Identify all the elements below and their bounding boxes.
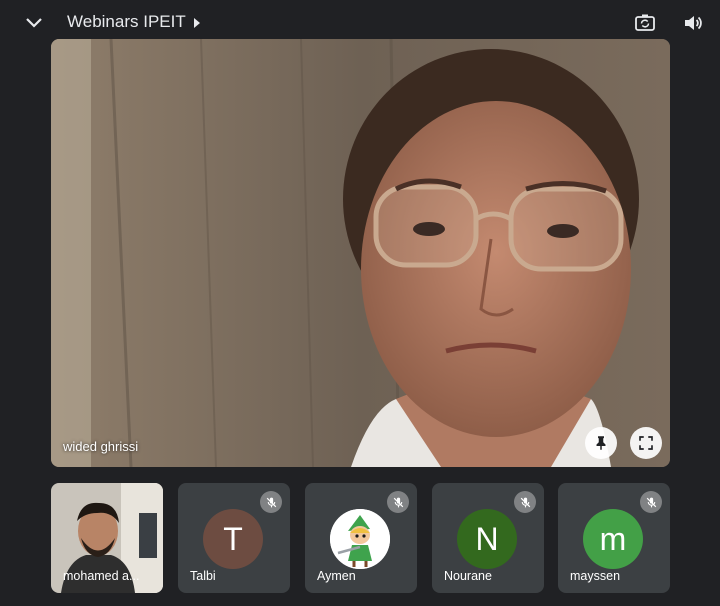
- participant-tile[interactable]: T Talbi: [178, 483, 290, 593]
- main-video-feed: [51, 39, 670, 467]
- avatar: m: [583, 509, 643, 569]
- mic-off-icon: [514, 491, 536, 513]
- participant-name: Aymen: [317, 569, 356, 583]
- avatar: [330, 509, 390, 569]
- avatar: T: [203, 509, 263, 569]
- chevron-down-icon[interactable]: [22, 11, 46, 35]
- mic-off-icon: [260, 491, 282, 513]
- avatar: N: [457, 509, 517, 569]
- pin-button[interactable]: [585, 427, 617, 459]
- mic-off-icon: [387, 491, 409, 513]
- speaker-icon[interactable]: [681, 11, 705, 35]
- fullscreen-icon: [639, 436, 653, 450]
- participant-tile[interactable]: Aymen: [305, 483, 417, 593]
- pin-icon: [596, 436, 606, 450]
- switch-camera-icon[interactable]: [633, 11, 657, 35]
- participant-tile[interactable]: mohamed a...: [51, 483, 163, 593]
- fullscreen-button[interactable]: [630, 427, 662, 459]
- main-video-tile[interactable]: wided ghrissi: [51, 39, 670, 467]
- avatar-initial: m: [599, 520, 627, 557]
- participant-name: mohamed a...: [63, 569, 140, 583]
- participant-name: mayssen: [570, 569, 621, 583]
- mic-off-icon: [640, 491, 662, 513]
- avatar-initial: T: [223, 520, 243, 557]
- caret-right-icon: [192, 16, 202, 28]
- participant-tile[interactable]: m mayssen: [558, 483, 670, 593]
- avatar-initial: N: [475, 520, 499, 557]
- main-participant-name: wided ghrissi: [63, 439, 139, 454]
- participant-name: Nourane: [444, 569, 492, 583]
- participant-name: Talbi: [190, 569, 216, 583]
- meeting-title: Webinars IPEIT: [67, 12, 186, 31]
- meeting-title-button[interactable]: Webinars IPEIT: [67, 12, 202, 32]
- cartoon-avatar-image: [330, 509, 390, 569]
- participant-tile[interactable]: N Nourane: [432, 483, 544, 593]
